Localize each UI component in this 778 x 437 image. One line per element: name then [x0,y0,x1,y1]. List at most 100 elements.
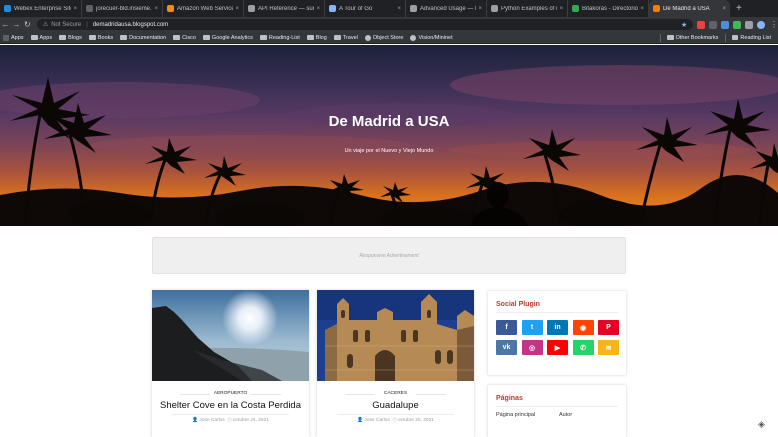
tab-favicon-icon [4,5,11,12]
folder-icon [666,35,674,40]
address-bar[interactable]: ⚠ Not Secure | demadridausa.blogspot.com… [36,19,694,30]
divider [337,414,454,415]
tab-close-icon[interactable]: × [154,6,158,12]
bookmarks-right: Other Bookmarks Reading List [659,33,778,42]
tab-close-icon[interactable]: × [640,6,644,12]
bookmark-icon [364,34,371,41]
reading-list-icon [732,35,739,40]
bookmark-item[interactable]: Blog [306,35,327,41]
bookmark-icon [410,34,417,41]
bookmark-star-icon[interactable]: ★ [681,21,687,29]
bookmark-other[interactable]: Other Bookmarks [666,34,719,42]
tab-close-icon[interactable]: × [316,6,320,12]
browser-tab[interactable]: API Reference — sure × [244,0,325,17]
tab-favicon-icon [86,5,93,12]
avatar[interactable] [757,20,765,29]
blog-title[interactable]: De Madrid a USA [0,113,778,130]
tab-title: Amazon Web Services [177,5,234,12]
extension-icon[interactable] [709,20,718,29]
extension-icon[interactable] [721,20,730,29]
url-text: demadridausa.blogspot.com [92,21,169,28]
post-category[interactable]: CÁCERES [317,391,474,396]
bookmarks-bar: Apps Apps Blogs Books Documentation Cisco Goog… [0,32,778,44]
page-link-author[interactable]: Autor [559,412,572,418]
pinterest-share-icon[interactable]: P [598,320,619,335]
extension-icon[interactable] [733,20,742,29]
social-plugin-widget: Social Plugin f t in ◉ Pvk ◎ ▶ ✆ ≋ [488,291,626,375]
bookmark-label: Apps [39,34,53,41]
blog-subtitle: Un viaje por el Nuevo y Viejo Mundo [344,148,434,154]
bookmark-label: Travel [342,34,358,41]
youtube-share-icon[interactable]: ▶ [547,340,568,355]
back-icon[interactable]: ← [0,20,11,29]
folder-icon [120,35,128,40]
tab-close-icon[interactable]: × [478,6,482,12]
folder-icon [173,35,181,40]
browser-tab[interactable]: jorecuer-bld.insieme.lo × [82,0,163,17]
whatsapp-share-icon[interactable]: ✆ [572,340,594,355]
menu-icon[interactable]: ⋮ [770,20,778,29]
scroll-top-icon[interactable]: ◈ [758,419,768,431]
bookmark-item[interactable]: Vision/Mininet [410,34,453,41]
browser-tab[interactable]: Bitakoras - Directorio d × [568,0,649,17]
bookmark-label: Vision/Mininet [418,34,453,41]
reddit-share-icon[interactable]: ◉ [572,320,594,335]
post-title[interactable]: Guadalupe [317,400,474,411]
monastery-photo [317,290,474,381]
bookmark-item[interactable]: Apps [30,34,53,41]
tab-close-icon[interactable]: × [73,6,77,12]
post-card[interactable]: AEROPUERTO Shelter Cove en la Costa Perd… [152,290,309,437]
puzzle-icon[interactable] [745,20,754,29]
reading-list-button[interactable]: Reading List [732,34,771,42]
facebook-share-icon[interactable]: f [496,320,517,335]
divider [496,312,618,313]
blog-header: De Madrid a USA Un viaje por el Nuevo y … [0,45,778,226]
bookmark-item[interactable]: Travel [333,34,358,41]
browser-tab[interactable]: Webex Enterprise Site × [0,0,82,17]
reload-icon[interactable]: ↻ [22,20,33,29]
advertisement-label: Responsive Advertisement [359,252,419,259]
browser-tab[interactable]: A Tour of Go × [325,0,406,17]
post-category[interactable]: AEROPUERTO [152,391,309,396]
clock-icon: ◷ [392,418,397,423]
new-tab-icon[interactable]: + [736,3,742,14]
widget-title: Social Plugin [496,301,540,308]
divider [659,33,661,42]
post-title[interactable]: Shelter Cove en la Costa Perdida [152,400,309,411]
bookmark-item[interactable]: Documentation [120,35,166,41]
bookmark-label: Reading-List [268,34,300,41]
reading-list-label: Reading List [740,34,771,41]
tab-close-icon[interactable]: × [397,6,401,12]
linkedin-share-icon[interactable]: in [547,320,568,335]
browser-tab[interactable]: Python Examples of url × [487,0,568,17]
browser-tab[interactable]: Amazon Web Services × [163,0,244,17]
tab-close-icon[interactable]: × [722,6,726,12]
post-card[interactable]: CÁCERES Guadalupe 👤 Jose Carlos ◷ octubr… [317,290,474,437]
rss-share-icon[interactable]: ≋ [598,340,619,355]
bookmark-item[interactable]: Books [88,35,113,41]
tab-title: De Madrid a USA [663,5,710,12]
vk-share-icon[interactable]: vk [496,340,517,355]
bookmark-item[interactable]: Object Store [364,34,403,41]
bookmark-label: Other Bookmarks [675,34,719,41]
forward-icon[interactable]: → [11,20,22,29]
folder-icon [59,35,67,40]
bookmark-item[interactable]: Apps [3,34,24,41]
browser-tab[interactable]: Advanced Usage — Re × [406,0,487,17]
extension-icon[interactable] [697,20,706,29]
bookmark-item[interactable]: Cisco [173,35,196,41]
bookmark-item[interactable]: Google Analytics [202,35,253,41]
post-thumbnail[interactable] [152,290,309,381]
twitter-share-icon[interactable]: t [521,320,543,335]
instagram-share-icon[interactable]: ◎ [521,340,543,355]
page-link-home[interactable]: Página principal [496,412,535,418]
tab-close-icon[interactable]: × [235,6,239,12]
post-thumbnail[interactable] [317,290,474,381]
security-label: Not Secure [51,21,82,28]
tab-close-icon[interactable]: × [559,6,563,12]
browser-tab[interactable]: De Madrid a USA × [649,0,730,17]
divider [496,406,618,407]
tab-favicon-icon [491,5,498,12]
bookmark-item[interactable]: Blogs [59,35,82,41]
bookmark-item[interactable]: Reading-List [259,34,300,41]
